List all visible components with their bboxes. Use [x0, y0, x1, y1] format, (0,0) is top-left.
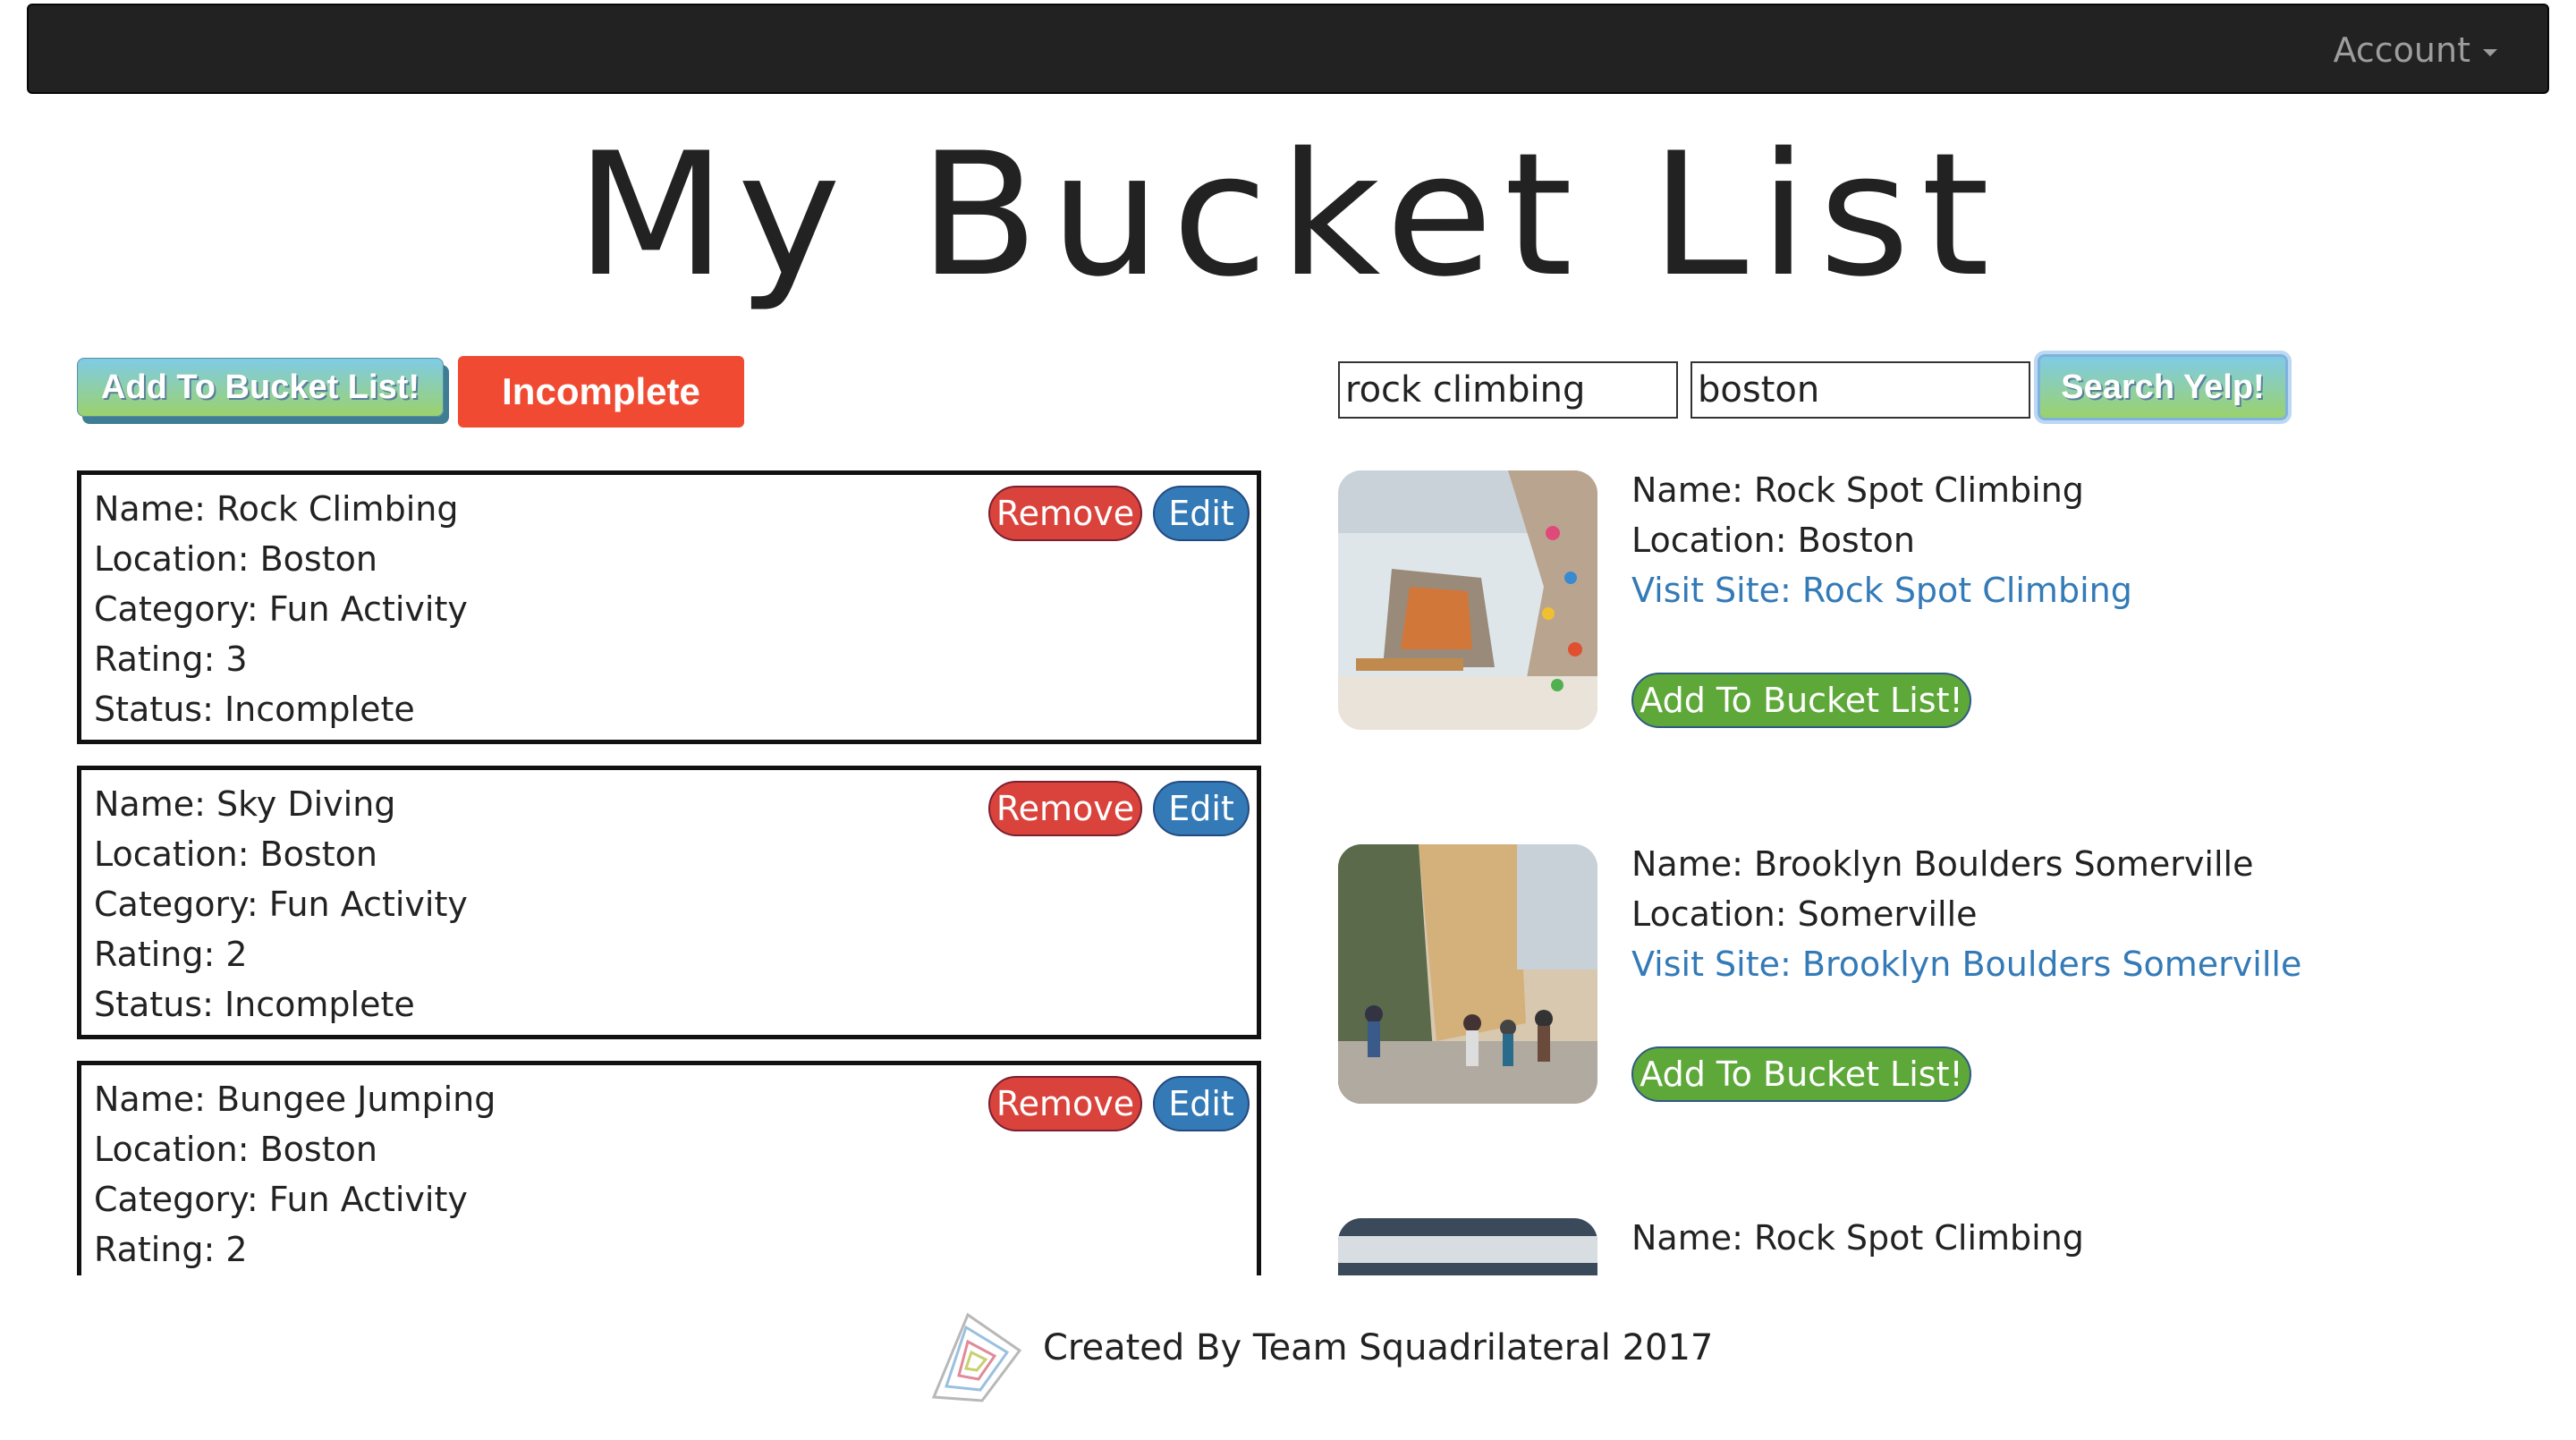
- edit-button[interactable]: Edit: [1153, 486, 1250, 541]
- remove-button[interactable]: Remove: [988, 781, 1142, 836]
- remove-button[interactable]: Remove: [988, 486, 1142, 541]
- result-location: Location: Somerville: [1631, 894, 1978, 934]
- item-location: Location: Boston: [94, 539, 377, 579]
- result-name: Name: Brooklyn Boulders Somerville: [1631, 844, 2254, 884]
- item-category: Category: Fun Activity: [94, 885, 468, 924]
- incomplete-filter-button[interactable]: Incomplete: [458, 356, 744, 428]
- account-dropdown[interactable]: Account: [2334, 30, 2497, 70]
- result-visit-link[interactable]: Visit Site: Brooklyn Boulders Somerville: [1631, 944, 2301, 984]
- edit-button[interactable]: Edit: [1153, 781, 1250, 836]
- remove-button[interactable]: Remove: [988, 1076, 1142, 1131]
- list-item: Name: Rock Climbing Location: Boston Cat…: [77, 470, 1261, 744]
- list-item: Name: Sky Diving Location: Boston Catego…: [77, 766, 1261, 1039]
- yelp-results[interactable]: Name: Rock Spot Climbing Location: Bosto…: [1338, 470, 2322, 1275]
- result-item: Name: Rock Spot Climbing: [1338, 1218, 2322, 1275]
- search-location-input[interactable]: [1690, 361, 2030, 419]
- footer-text: Created By Team Squadrilateral 2017: [1043, 1327, 1714, 1368]
- result-photo: [1338, 470, 1597, 730]
- result-name: Name: Rock Spot Climbing: [1631, 470, 2084, 510]
- search-yelp-button[interactable]: Search Yelp!: [2038, 354, 2288, 420]
- item-rating: Rating: 2: [94, 935, 248, 974]
- result-photo: [1338, 844, 1597, 1104]
- item-location: Location: Boston: [94, 834, 377, 874]
- item-location: Location: Boston: [94, 1130, 377, 1169]
- item-category: Category: Fun Activity: [94, 589, 468, 629]
- navbar: Account: [27, 4, 2549, 94]
- item-status: Status: Incomplete: [94, 690, 415, 729]
- result-item: Name: Brooklyn Boulders Somerville Locat…: [1338, 844, 2322, 1113]
- account-label: Account: [2333, 30, 2470, 70]
- result-location: Location: Boston: [1631, 521, 1915, 560]
- result-add-button[interactable]: Add To Bucket List!: [1631, 673, 1971, 728]
- item-status: Status: Incomplete: [94, 985, 415, 1024]
- result-name: Name: Rock Spot Climbing: [1631, 1218, 2084, 1258]
- caret-down-icon: [2483, 48, 2497, 56]
- bucket-list[interactable]: Name: Rock Climbing Location: Boston Cat…: [77, 470, 1267, 1275]
- team-logo-icon: [930, 1311, 1023, 1404]
- item-rating: Rating: 2: [94, 1230, 248, 1269]
- list-item: Name: Bungee Jumping Location: Boston Ca…: [77, 1061, 1261, 1275]
- footer: Created By Team Squadrilateral 2017: [0, 1311, 2576, 1419]
- page-title: My Bucket List: [575, 116, 2001, 314]
- add-to-bucket-list-button[interactable]: Add To Bucket List!: [77, 358, 444, 417]
- result-visit-link[interactable]: Visit Site: Rock Spot Climbing: [1631, 571, 2132, 610]
- result-add-button[interactable]: Add To Bucket List!: [1631, 1046, 1971, 1102]
- result-photo: [1338, 1218, 1597, 1275]
- search-term-input[interactable]: [1338, 361, 1678, 419]
- item-rating: Rating: 3: [94, 640, 248, 679]
- result-item: Name: Rock Spot Climbing Location: Bosto…: [1338, 470, 2322, 739]
- item-category: Category: Fun Activity: [94, 1180, 468, 1219]
- edit-button[interactable]: Edit: [1153, 1076, 1250, 1131]
